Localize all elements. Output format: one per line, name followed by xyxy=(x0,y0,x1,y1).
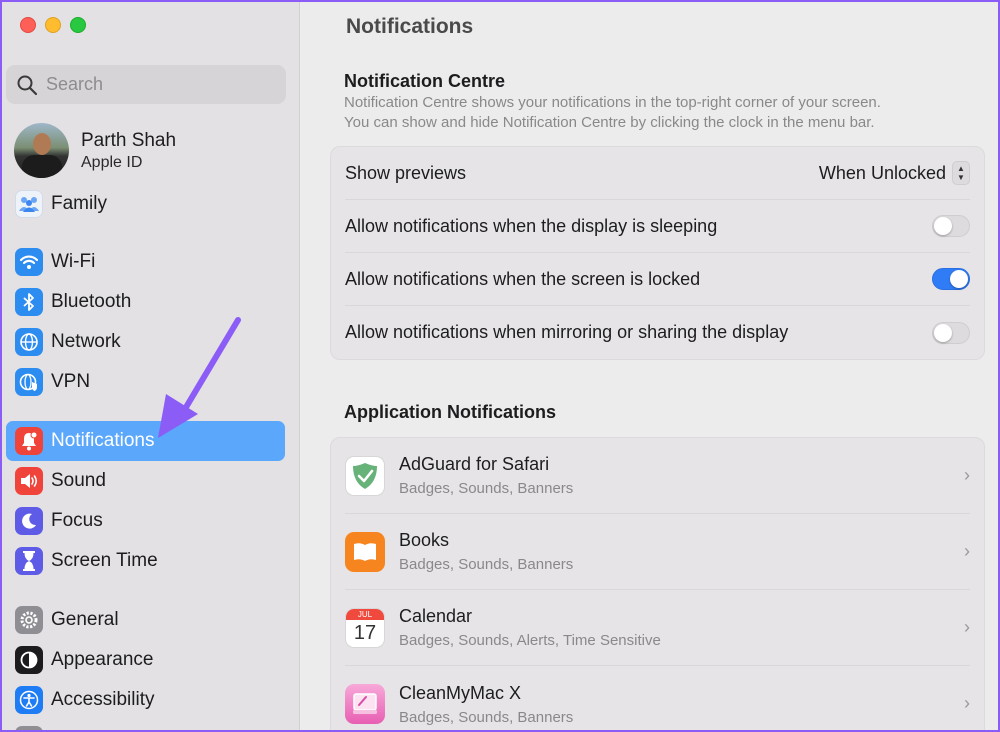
description-line: Notification Centre shows your notificat… xyxy=(344,94,881,111)
sidebar-item-label: Family xyxy=(51,193,107,214)
application-notifications-heading: Application Notifications xyxy=(344,402,557,422)
toggle-mirroring[interactable] xyxy=(932,321,970,344)
notification-centre-description: Notification Centre shows your notificat… xyxy=(344,93,984,133)
app-row-cleanmymac[interactable]: CleanMyMac X Badges, Sounds, Banners › xyxy=(345,666,970,730)
bell-icon xyxy=(15,427,43,455)
app-row-calendar[interactable]: JUL 17 Calendar Badges, Sounds, Alerts, … xyxy=(345,590,970,666)
sidebar-item-label: Focus xyxy=(51,510,103,531)
sidebar-item-label: Bluetooth xyxy=(51,291,132,312)
control-centre-icon xyxy=(15,726,43,730)
adguard-icon xyxy=(345,455,385,496)
toggle-label: Allow notifications when mirroring or sh… xyxy=(345,322,789,342)
sidebar-item-label: VPN xyxy=(51,371,91,392)
app-alert-style: Badges, Sounds, Banners xyxy=(399,480,574,497)
settings-window: Parth Shah Apple ID Family xyxy=(0,0,1000,732)
show-previews-row: Show previews When Unlocked ▲ ▼ xyxy=(345,147,970,200)
show-previews-value: When Unlocked xyxy=(818,162,946,183)
close-window-button[interactable] xyxy=(20,17,36,33)
toggle-knob xyxy=(934,217,952,235)
notification-centre-heading: Notification Centre xyxy=(344,71,506,91)
notification-centre-settings: Show previews When Unlocked ▲ ▼ Allow not… xyxy=(330,146,985,360)
calendar-month: JUL xyxy=(346,608,384,620)
minimize-window-button[interactable] xyxy=(45,17,61,33)
chevron-right-icon: › xyxy=(964,541,970,561)
app-alert-style: Badges, Sounds, Alerts, Time Sensitive xyxy=(399,632,661,649)
speaker-icon xyxy=(15,467,43,495)
toggle-screen-locked[interactable] xyxy=(932,268,970,290)
toggle-knob xyxy=(934,323,952,342)
apple-id-profile[interactable]: Parth Shah Apple ID xyxy=(14,123,176,178)
sidebar-item-label: Notifications xyxy=(51,430,155,451)
sidebar-item-focus[interactable]: Focus xyxy=(6,501,285,541)
toggle-row-display-sleeping: Allow notifications when the display is … xyxy=(345,200,970,253)
search-icon xyxy=(17,75,38,95)
accessibility-icon xyxy=(15,686,43,714)
toggle-row-mirroring: Allow notifications when mirroring or sh… xyxy=(345,306,970,359)
profile-subtitle: Apple ID xyxy=(81,153,143,171)
chevron-right-icon: › xyxy=(964,693,970,713)
search-input[interactable] xyxy=(46,74,266,95)
show-previews-popup[interactable]: When Unlocked ▲ ▼ xyxy=(819,161,970,185)
bluetooth-icon xyxy=(15,288,43,316)
sidebar-item-family[interactable]: Family xyxy=(6,184,285,224)
sidebar-item-label: Sound xyxy=(51,470,106,491)
description-line: You can show and hide Notification Centr… xyxy=(344,114,875,131)
toggle-knob xyxy=(950,270,968,288)
calendar-icon: JUL 17 xyxy=(345,607,385,648)
main-pane: Notifications Notification Centre Notifi… xyxy=(300,2,998,730)
globe-icon xyxy=(15,328,43,356)
chevron-right-icon: › xyxy=(964,617,970,637)
search-field[interactable] xyxy=(6,65,286,104)
show-previews-label: Show previews xyxy=(345,162,467,183)
toggle-display-sleeping[interactable] xyxy=(932,215,970,237)
sidebar-item-partial[interactable] xyxy=(6,720,285,730)
hourglass-icon xyxy=(15,547,43,575)
sidebar-item-screen-time[interactable]: Screen Time xyxy=(6,541,285,581)
wifi-icon xyxy=(15,248,43,276)
gear-icon xyxy=(15,606,43,634)
sidebar-item-label: Accessibility xyxy=(51,689,155,710)
toggle-label: Allow notifications when the display is … xyxy=(345,215,718,236)
app-name: AdGuard for Safari xyxy=(399,454,550,474)
avatar-shirt xyxy=(22,155,62,178)
app-alert-style: Badges, Sounds, Banners xyxy=(399,556,574,573)
vpn-globe-icon xyxy=(15,368,43,396)
chevron-right-icon: › xyxy=(964,465,970,485)
app-name: Calendar xyxy=(399,606,473,626)
sidebar-item-label: General xyxy=(51,609,119,630)
app-alert-style: Badges, Sounds, Banners xyxy=(399,708,574,726)
sidebar-item-label: Wi-Fi xyxy=(51,251,96,272)
application-notifications-list: AdGuard for Safari Badges, Sounds, Banne… xyxy=(330,437,985,730)
sidebar-item-appearance[interactable]: Appearance xyxy=(6,640,285,680)
family-icon xyxy=(15,190,43,218)
app-row-books[interactable]: Books Badges, Sounds, Banners › xyxy=(345,514,970,590)
app-name: CleanMyMac X xyxy=(399,682,522,703)
zoom-window-button[interactable] xyxy=(70,17,86,33)
avatar-face xyxy=(33,133,51,155)
app-name: Books xyxy=(399,530,450,550)
cleanmymac-icon xyxy=(345,684,385,724)
sidebar-item-sound[interactable]: Sound xyxy=(6,461,285,501)
appearance-icon xyxy=(15,646,43,674)
window-controls xyxy=(20,17,86,33)
sidebar: Parth Shah Apple ID Family xyxy=(2,2,300,730)
sidebar-item-wifi[interactable]: Wi-Fi xyxy=(6,242,285,282)
sidebar-item-label: Network xyxy=(51,331,121,352)
toggle-row-screen-locked: Allow notifications when the screen is l… xyxy=(345,253,970,306)
avatar xyxy=(14,123,69,178)
page-title: Notifications xyxy=(346,15,474,38)
sidebar-item-label: Appearance xyxy=(51,649,154,670)
annotation-arrow xyxy=(158,317,241,438)
books-icon xyxy=(345,531,385,572)
sidebar-item-accessibility[interactable]: Accessibility xyxy=(6,680,285,720)
updown-chevron-icon: ▲ ▼ xyxy=(952,161,970,185)
app-row-adguard[interactable]: AdGuard for Safari Badges, Sounds, Banne… xyxy=(345,438,970,514)
profile-name: Parth Shah xyxy=(81,129,177,151)
sidebar-item-label: Screen Time xyxy=(51,550,158,571)
sidebar-item-general[interactable]: General xyxy=(6,600,285,640)
toggle-label: Allow notifications when the screen is l… xyxy=(345,268,701,289)
moon-icon xyxy=(15,507,43,535)
calendar-day: 17 xyxy=(353,621,377,644)
